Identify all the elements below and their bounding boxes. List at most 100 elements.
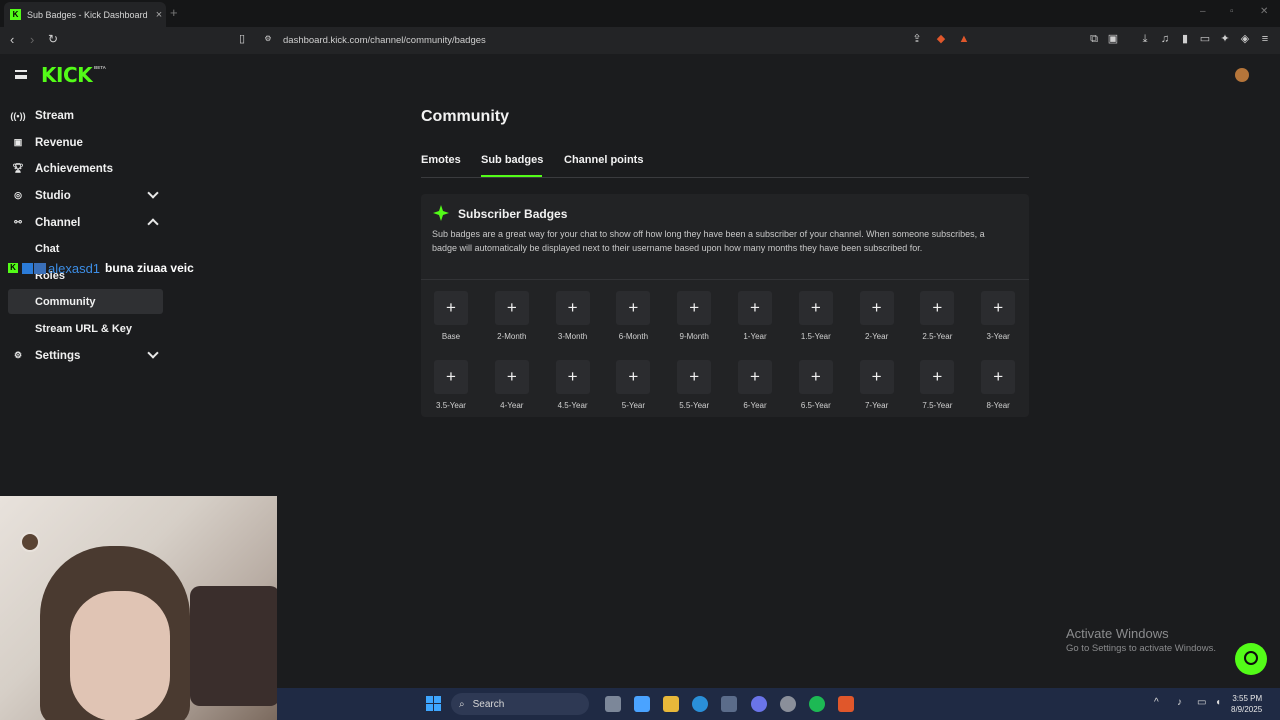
add-badge-button[interactable]: +: [616, 291, 651, 325]
menu-icon[interactable]: ≡: [1259, 33, 1271, 45]
windows-start-icon[interactable]: [426, 696, 441, 711]
address-bar: ‹ › ↻ ▯ ⚙ dashboard.kick.com/channel/com…: [0, 27, 1280, 54]
maximize-icon[interactable]: ▫: [1230, 6, 1234, 17]
tab-emotes[interactable]: Emotes: [421, 154, 461, 166]
help-button[interactable]: [1235, 643, 1267, 675]
browser-tab-bar: K Sub Badges - Kick Dashboard × + – ▫ ✕: [0, 0, 1280, 27]
discord-icon[interactable]: [751, 696, 767, 712]
add-badge-button[interactable]: +: [555, 360, 590, 394]
badge-slot: +2.5-Year: [907, 291, 967, 341]
taskbar-search[interactable]: ⌕ Search: [451, 693, 589, 715]
extensions-icon[interactable]: ⧉: [1088, 33, 1100, 45]
badge-slot: + Base: [421, 291, 481, 341]
kick-badge-icon: K: [8, 263, 18, 273]
share-icon[interactable]: ⇪: [911, 33, 923, 45]
forward-icon[interactable]: ›: [30, 32, 34, 47]
bookmark-icon[interactable]: ▯: [236, 33, 248, 45]
volume-icon[interactable]: ◖: [1215, 697, 1221, 708]
taskbar-clock[interactable]: 3:55 PM 8/9/2025: [1231, 693, 1262, 715]
activate-windows-subtitle: Go to Settings to activate Windows.: [1066, 643, 1216, 654]
badge-label: 6.5-Year: [800, 401, 831, 410]
window-close-icon[interactable]: ✕: [1260, 6, 1268, 17]
add-badge-button[interactable]: +: [677, 291, 712, 325]
kick-favicon-icon: K: [10, 9, 21, 20]
beta-label: BETA: [94, 65, 106, 70]
sidebar-item-revenue[interactable]: ▣ Revenue: [8, 130, 163, 155]
windows-taskbar: ⌕ Search ^ ♪ ▭ ◖ 3:55 PM 8/9/2025: [277, 688, 1280, 720]
file-explorer-icon[interactable]: [663, 696, 679, 712]
revenue-icon: ▣: [13, 137, 23, 147]
spotify-icon[interactable]: [809, 696, 825, 712]
add-badge-button[interactable]: +: [981, 291, 1016, 325]
add-badge-button[interactable]: +: [981, 360, 1016, 394]
steam-icon[interactable]: [780, 696, 796, 712]
add-badge-button[interactable]: +: [434, 291, 468, 325]
sidebar-item-channel[interactable]: ⚯ Channel: [8, 210, 163, 235]
page-title: Community: [421, 108, 509, 125]
add-badge-button[interactable]: +: [494, 360, 529, 394]
badge-slot: +9-Month: [664, 291, 724, 341]
badge-slot: +7.5-Year: [907, 360, 967, 410]
tab-close-icon[interactable]: ×: [152, 9, 166, 21]
badge-label: 2-Year: [864, 332, 889, 341]
brave-rewards-icon[interactable]: ▲: [958, 33, 970, 45]
site-settings-icon[interactable]: ⚙: [262, 33, 274, 45]
edge-icon[interactable]: [692, 696, 708, 712]
microphone-icon[interactable]: ♪: [1177, 697, 1182, 708]
sidebar-item-studio[interactable]: ◎ Studio: [8, 183, 163, 208]
hamburger-icon[interactable]: [15, 70, 27, 79]
add-badge-button[interactable]: +: [738, 360, 772, 394]
task-view-icon[interactable]: [605, 696, 621, 712]
add-badge-button[interactable]: +: [859, 360, 894, 394]
sidebar-item-achievements[interactable]: 🏆︎ Achievements: [8, 156, 163, 181]
add-badge-button[interactable]: +: [555, 291, 590, 325]
add-badge-button[interactable]: +: [677, 360, 712, 394]
add-badge-button[interactable]: +: [616, 360, 651, 394]
badge-slot: +4.5-Year: [543, 360, 603, 410]
sidebar-item-chat[interactable]: Chat: [8, 236, 163, 261]
sidebar-icon[interactable]: ▮: [1179, 33, 1191, 45]
chat-username: alexasd1: [48, 260, 101, 276]
minimize-icon[interactable]: –: [1200, 6, 1206, 17]
reload-icon[interactable]: ↻: [48, 32, 58, 46]
back-icon[interactable]: ‹: [10, 32, 14, 47]
leo-ai-icon[interactable]: ✦: [1219, 33, 1231, 45]
download-icon[interactable]: ⤓: [1139, 33, 1151, 45]
badge-label: 8-Year: [986, 401, 1010, 410]
wallet-icon[interactable]: ▭: [1199, 33, 1211, 45]
brave-shield-icon[interactable]: ◆: [935, 33, 947, 45]
tray-chevron-up-icon[interactable]: ^: [1154, 697, 1159, 708]
add-badge-button[interactable]: +: [920, 291, 955, 325]
sidebar-item-label: Settings: [35, 349, 81, 362]
new-tab-icon[interactable]: +: [170, 5, 178, 20]
media-icon[interactable]: ▣: [1107, 33, 1119, 45]
tab-channel-points[interactable]: Channel points: [564, 154, 643, 166]
vpn-icon[interactable]: ◈: [1239, 33, 1251, 45]
browser-tab[interactable]: K Sub Badges - Kick Dashboard ×: [4, 2, 166, 27]
sidebar-item-settings[interactable]: ⚙ Settings: [8, 343, 163, 368]
store-icon[interactable]: [721, 696, 737, 712]
sidebar-item-community[interactable]: Community: [8, 289, 163, 314]
broadcast-icon: ((•)): [10, 110, 26, 121]
chevron-down-icon: [147, 187, 159, 199]
network-icon[interactable]: ▭: [1197, 697, 1206, 708]
add-badge-button[interactable]: +: [434, 360, 468, 394]
copilot-icon[interactable]: [634, 696, 650, 712]
kick-logo[interactable]: KICK: [41, 63, 93, 87]
brave-icon[interactable]: [838, 696, 854, 712]
url-field[interactable]: dashboard.kick.com/channel/community/bad…: [283, 35, 486, 46]
add-badge-button[interactable]: +: [798, 360, 833, 394]
sidebar-item-stream-url-key[interactable]: Stream URL & Key: [8, 316, 163, 341]
avatar[interactable]: [1235, 68, 1249, 82]
add-badge-button[interactable]: +: [859, 291, 894, 325]
add-badge-button[interactable]: +: [494, 291, 529, 325]
sidebar-item-stream[interactable]: ((•)) Stream: [8, 103, 163, 128]
add-badge-button[interactable]: +: [920, 360, 955, 394]
music-icon[interactable]: ♫: [1159, 33, 1171, 45]
tab-sub-badges[interactable]: Sub badges: [481, 154, 543, 166]
search-icon: ⌕: [459, 698, 465, 710]
trophy-icon: 🏆︎: [12, 163, 24, 173]
badge-label: 3-Year: [986, 332, 1010, 341]
add-badge-button[interactable]: +: [798, 291, 833, 325]
add-badge-button[interactable]: +: [738, 291, 772, 325]
